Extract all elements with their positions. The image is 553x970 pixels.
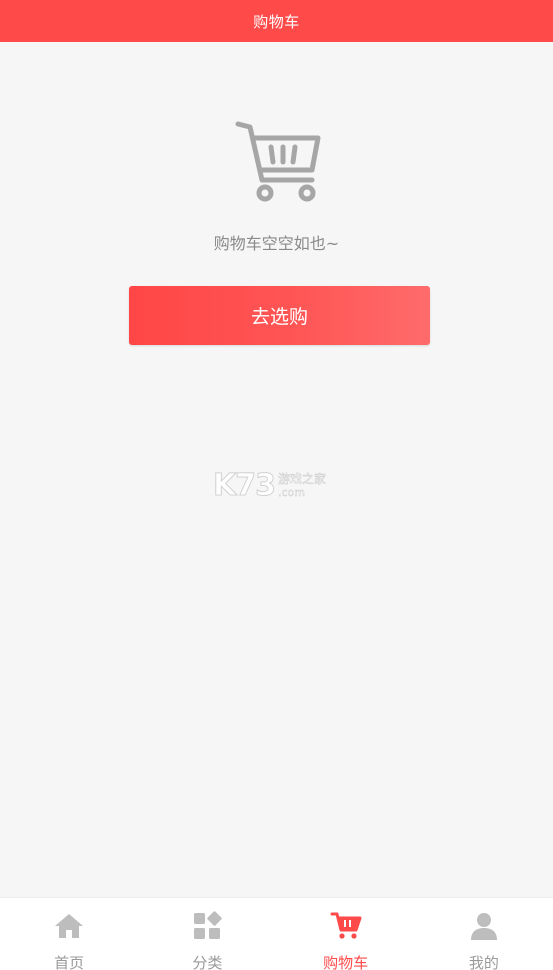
tab-label-category: 分类 — [192, 954, 223, 970]
cart-icon — [330, 910, 362, 942]
cart-screen: 购物车 购物车空空如也~ 去选购 K73 游戏之家 .com 首页 分类 购物车… — [0, 0, 553, 970]
watermark-name: 游戏之家 — [278, 471, 327, 486]
tab-label-home: 首页 — [54, 954, 85, 970]
top-bar: 购物车 — [0, 0, 553, 42]
tab-category[interactable]: 分类 — [138, 898, 276, 970]
tab-label-cart: 购物车 — [323, 954, 369, 970]
user-icon — [468, 910, 500, 942]
category-icon — [191, 910, 223, 942]
home-icon — [53, 910, 85, 942]
tab-home[interactable]: 首页 — [0, 898, 138, 970]
tab-profile[interactable]: 我的 — [415, 898, 553, 970]
tab-label-profile: 我的 — [468, 954, 499, 970]
tab-cart[interactable]: 购物车 — [277, 898, 415, 970]
empty-cart-message: 购物车空空如也~ — [213, 234, 340, 253]
go-shopping-button[interactable]: 去选购 — [129, 286, 430, 345]
page-title: 购物车 — [253, 12, 300, 31]
watermark-logo: K73 游戏之家 .com — [213, 466, 343, 504]
watermark-domain: .com — [278, 485, 305, 499]
watermark-mark: K73 — [213, 467, 277, 503]
empty-cart-icon — [235, 121, 321, 202]
watermark-text: 游戏之家 .com — [278, 471, 327, 499]
bottom-tab-bar: 首页 分类 购物车 我的 — [0, 897, 553, 970]
